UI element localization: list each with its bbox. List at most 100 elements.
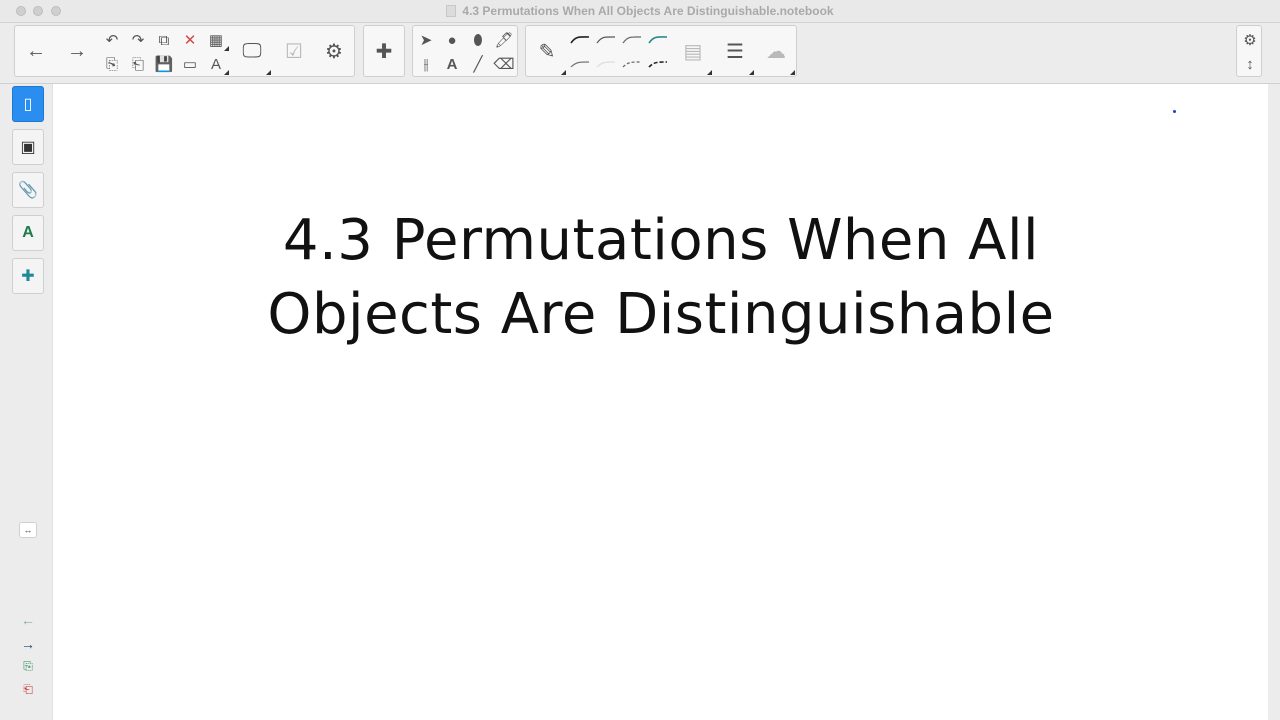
page-icon: ▯ (23, 96, 33, 113)
lines-icon: ☰ (726, 40, 744, 63)
toolbar-group-pens: ✎ ▤ ☰ ☁ (525, 25, 797, 77)
delete-icon: ✕ (183, 32, 197, 49)
pen-stroke-icon (648, 61, 668, 68)
screen-icon: ▭ (182, 56, 198, 73)
properties-icon: A (22, 224, 34, 241)
window-title: 4.3 Permutations When All Objects Are Di… (462, 4, 834, 18)
text-tool-button[interactable]: A (439, 52, 465, 76)
arrow-left-icon: ← (21, 612, 35, 628)
notebook-canvas[interactable]: 4.3 Permutations When All Objects Are Di… (52, 84, 1269, 720)
delete-page-button[interactable]: ⎗ (18, 682, 38, 700)
dropdown-indicator (224, 46, 229, 51)
pen-style-1[interactable] (567, 28, 593, 52)
back-button[interactable]: ← (17, 26, 55, 76)
measurement-tools-button[interactable]: ⫲ (413, 52, 439, 76)
pen-stroke-icon (596, 61, 616, 68)
display-button[interactable]: 🖵 (233, 26, 271, 76)
display-icon: 🖵 (242, 39, 262, 62)
save-button[interactable]: 💾 (151, 52, 177, 76)
tab-attachments[interactable]: 📎 (12, 172, 44, 208)
measure-icon: ⚙ (325, 40, 343, 63)
dropdown-indicator (707, 70, 712, 75)
next-page-button[interactable]: → (18, 636, 38, 654)
pen-stroke-icon (622, 61, 642, 68)
table-icon: ▦ (208, 32, 224, 49)
page-title[interactable]: 4.3 Permutations When All Objects Are Di… (53, 204, 1269, 352)
fill-color-button[interactable]: ☁ (757, 26, 795, 76)
line-style-button[interactable]: ☰ (716, 26, 754, 76)
tab-addons[interactable]: ✚ (12, 258, 44, 294)
page-title-line-2: Objects Are Distinguishable (267, 282, 1055, 347)
eraser-tool-button[interactable]: ⌫ (491, 52, 517, 76)
tab-gallery[interactable]: ▣ (12, 129, 44, 165)
pen-style-4[interactable] (645, 28, 671, 52)
tab-properties[interactable]: A (12, 215, 44, 251)
tab-page-sorter[interactable]: ▯ (12, 86, 44, 122)
text-icon: A (446, 55, 458, 73)
arrow-right-icon: → (67, 39, 87, 62)
pen-stroke-icon (570, 61, 590, 68)
pen-stroke-icon (622, 36, 642, 44)
forward-button[interactable]: → (58, 26, 96, 76)
measure-button[interactable]: ⚙ (315, 26, 353, 76)
window-titlebar: 4.3 Permutations When All Objects Are Di… (0, 0, 1280, 23)
undo-button[interactable]: ↶ (99, 28, 125, 52)
dropdown-indicator (224, 70, 229, 75)
redo-icon: ↷ (131, 32, 145, 49)
previous-page-button[interactable]: ← (18, 612, 38, 630)
export-icon: ⎗ (131, 55, 144, 73)
pen-style-6[interactable] (593, 52, 619, 76)
toolbar-group-file: ← → ↶ ↷ ⧉ ✕ ▦ ⎘ ⎗ 💾 ▭ A 🖵 ☑ ⚙ (14, 25, 355, 77)
pen-style-3[interactable] (619, 28, 645, 52)
paste-button[interactable]: ⧉ (151, 28, 177, 52)
measurement-icon: ⫲ (423, 55, 429, 73)
fill-icon: ⬮ (473, 31, 483, 49)
creative-pen-button[interactable]: 🖊 (491, 28, 517, 52)
gallery-icon: ▣ (20, 139, 36, 156)
dropdown-indicator (749, 70, 754, 75)
dropdown-indicator (266, 70, 271, 75)
cursor-icon: ➤ (419, 32, 433, 49)
puzzle-icon: ✚ (375, 40, 393, 63)
document-icon (446, 5, 457, 17)
fill-tool-button[interactable]: ⬮ (465, 28, 491, 52)
text-format-button[interactable]: A (203, 52, 229, 76)
addons-button[interactable]: ✚ (365, 26, 403, 76)
properties-icon: ▤ (683, 40, 703, 63)
pen-style-5[interactable] (567, 52, 593, 76)
add-page-button[interactable]: ⎘ (18, 659, 38, 677)
checkbox-icon: ☑ (285, 40, 303, 63)
redo-button[interactable]: ↷ (125, 28, 151, 52)
import-button[interactable]: ⎘ (99, 52, 125, 76)
table-button[interactable]: ▦ (203, 28, 229, 52)
arrow-left-icon: ← (26, 39, 46, 62)
pen-stroke-icon (648, 36, 668, 44)
left-sidebar: ▯ ▣ 📎 A ✚ ↔ ← → ⎘ ⎗ (10, 84, 46, 720)
save-icon: 💾 (154, 56, 174, 73)
select-tool-button[interactable]: ➤ (413, 28, 439, 52)
export-button[interactable]: ⎗ (125, 52, 151, 76)
screen-shade-button[interactable]: ▭ (177, 52, 203, 76)
line-tool-button[interactable]: ╱ (465, 52, 491, 76)
check-button[interactable]: ☑ (275, 26, 313, 76)
import-icon: ⎘ (105, 55, 118, 73)
collapse-icon: ↔ (23, 525, 33, 535)
delete-button[interactable]: ✕ (177, 28, 203, 52)
properties-button[interactable]: ▤ (674, 26, 712, 76)
settings-button[interactable]: ⚙ (1237, 28, 1263, 52)
paperclip-icon: 📎 (18, 182, 38, 199)
pen-stroke-icon (596, 36, 616, 44)
pen-style-8[interactable] (645, 52, 671, 76)
pen-style-7[interactable] (619, 52, 645, 76)
eraser-icon: ⌫ (493, 56, 515, 73)
sidebar-collapse-button[interactable]: ↔ (19, 522, 37, 538)
pen-style-2[interactable] (593, 28, 619, 52)
arrow-right-icon: → (21, 636, 35, 652)
gear-icon: ⚙ (1243, 32, 1257, 49)
toolbar-position-button[interactable]: ↕ (1237, 52, 1263, 76)
puzzle-icon: ✚ (21, 268, 35, 285)
pencil-icon: ✎ (538, 40, 556, 63)
dropdown-indicator (561, 70, 566, 75)
shapes-tool-button[interactable]: ● (439, 28, 465, 52)
pen-tool-button[interactable]: ✎ (528, 26, 566, 76)
